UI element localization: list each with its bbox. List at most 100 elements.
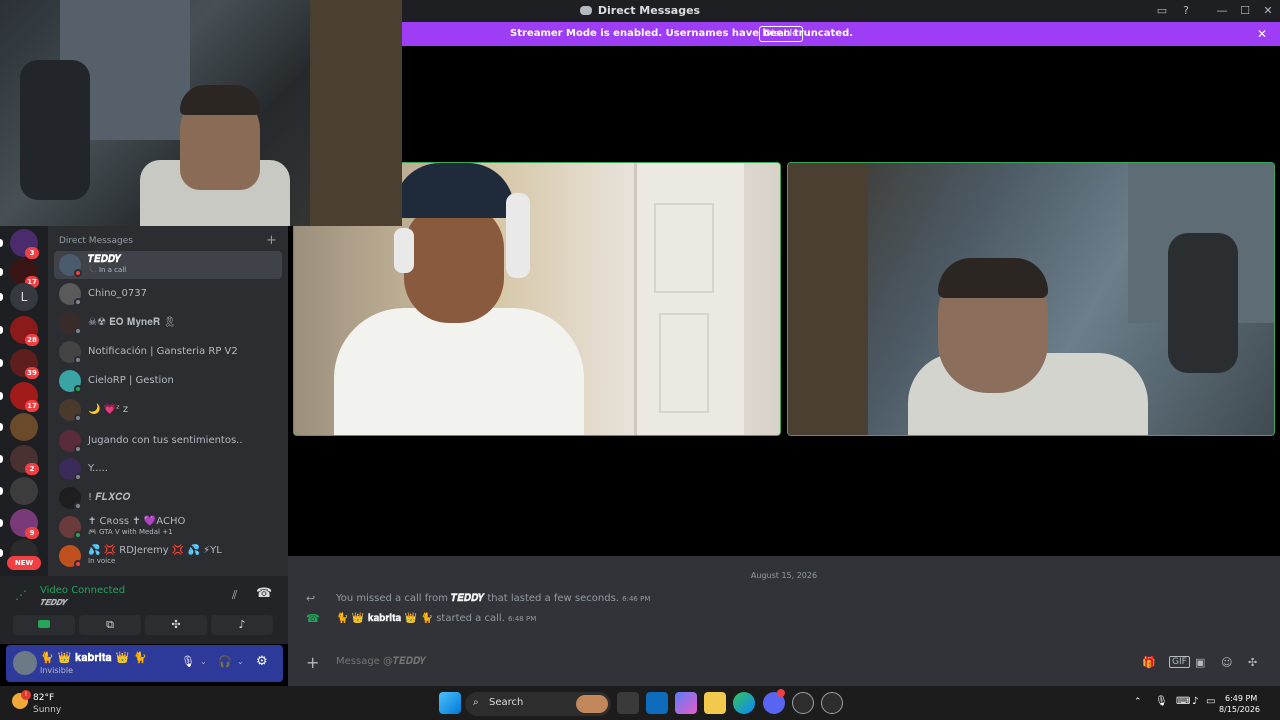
gif-icon[interactable]: GIF bbox=[1169, 656, 1190, 668]
status-indicator bbox=[74, 502, 82, 510]
activities-icon: ✣ bbox=[171, 618, 181, 631]
dm-activity: 🎮 GTA V with Medal +1 bbox=[88, 528, 173, 536]
app-icon[interactable] bbox=[792, 692, 814, 714]
dm-activity: In voice bbox=[88, 557, 116, 565]
dm-item[interactable]: ! 𝑭𝑳𝑿𝑪𝑶 bbox=[54, 484, 282, 512]
copilot-icon[interactable] bbox=[675, 692, 697, 714]
weather-temperature[interactable]: 82°F bbox=[33, 693, 54, 703]
emoji-icon[interactable]: ☺ bbox=[1221, 656, 1232, 669]
search-icon: ⌕ bbox=[473, 697, 479, 708]
dm-item[interactable]: Jugando con tus sentimientos.. bbox=[54, 427, 282, 455]
status-indicator bbox=[74, 445, 82, 453]
chevron-down-icon[interactable]: ⌄ bbox=[200, 657, 207, 666]
app-icon[interactable] bbox=[821, 692, 843, 714]
chevron-down-icon[interactable]: ⌄ bbox=[237, 657, 244, 666]
dm-item[interactable]: 🌙 💗ᶻ z bbox=[54, 396, 282, 424]
user-name[interactable]: 🐈 👑 𝐤𝐚𝐛𝐫𝐢𝐭𝐚 👑 🐈 bbox=[40, 651, 147, 665]
dm-item[interactable]: 💦 💢 RDJeremy 💢 💦 ⚡YL In voice bbox=[54, 542, 282, 570]
door-image bbox=[788, 163, 868, 435]
status-indicator bbox=[74, 356, 82, 364]
help-icon[interactable]: ? bbox=[1172, 0, 1200, 22]
status-indicator bbox=[74, 327, 82, 335]
tray-microphone-icon[interactable]: 🎙 bbox=[1155, 696, 1168, 707]
server-icon[interactable] bbox=[10, 477, 38, 505]
dm-list-header: Direct Messages bbox=[59, 236, 133, 246]
activities-button[interactable]: ✣ bbox=[145, 615, 207, 635]
webcam-overlay bbox=[0, 0, 402, 226]
dm-name: Y..... bbox=[88, 463, 108, 474]
taskbar bbox=[0, 686, 1280, 720]
dm-activity: 📞 In a call bbox=[88, 266, 127, 274]
create-dm-plus-icon[interactable]: + bbox=[266, 233, 277, 248]
banner-close-icon[interactable]: ✕ bbox=[1254, 22, 1270, 46]
apps-icon[interactable]: ✣ bbox=[1248, 656, 1257, 669]
dm-item[interactable]: Notificación | Gansteria RP V2 bbox=[54, 338, 282, 366]
door-image bbox=[310, 0, 402, 226]
dm-item[interactable]: CieloRP | Gestion bbox=[54, 367, 282, 395]
voice-channel-name: 𝑻𝑬𝑫𝑫𝒀 bbox=[40, 598, 67, 607]
file-explorer-icon[interactable] bbox=[704, 692, 726, 714]
dm-name: Jugando con tus sentimientos.. bbox=[88, 435, 243, 446]
dm-name: Chino_0737 bbox=[88, 288, 148, 299]
status-indicator bbox=[74, 414, 82, 422]
mention-badge: 9 bbox=[25, 527, 39, 539]
user-status: Invisible bbox=[40, 666, 73, 675]
chair-image bbox=[20, 60, 90, 200]
disconnect-icon[interactable]: ☎ bbox=[256, 586, 272, 601]
person-head bbox=[404, 203, 504, 323]
screen-share-icon: ⧉ bbox=[106, 618, 114, 631]
sticker-icon[interactable]: ▣ bbox=[1195, 656, 1205, 669]
start-windows-icon[interactable] bbox=[439, 692, 461, 714]
door-panel bbox=[659, 313, 709, 413]
dm-item[interactable]: ☠☢ 𝐄𝐎 𝐌𝐲𝐧𝐞𝐑 🎗 bbox=[54, 309, 282, 337]
search-highlight-image bbox=[576, 695, 608, 713]
tray-chevron-up-icon[interactable]: ⌃ bbox=[1134, 697, 1142, 707]
status-indicator bbox=[74, 473, 82, 481]
signal-icon: ⋰ bbox=[15, 588, 27, 602]
edge-icon[interactable] bbox=[733, 692, 755, 714]
tray-network-icon[interactable]: ⌨ bbox=[1176, 696, 1190, 707]
mention-badge: 3 bbox=[25, 247, 39, 259]
microphone-icon[interactable]: 🎙 bbox=[181, 655, 195, 668]
disable-streamer-mode-button[interactable]: Disable bbox=[759, 26, 803, 42]
dm-name: CieloRP | Gestion bbox=[88, 375, 174, 386]
settings-gear-icon[interactable]: ⚙ bbox=[256, 654, 268, 669]
status-indicator bbox=[74, 560, 82, 568]
server-icon[interactable] bbox=[10, 413, 38, 441]
door-panel bbox=[654, 203, 714, 293]
clock-time[interactable]: 6:49 PM bbox=[1225, 694, 1257, 703]
dm-item[interactable]: Y..... bbox=[54, 455, 282, 483]
status-indicator bbox=[74, 385, 82, 393]
voice-status-title[interactable]: Video Connected bbox=[40, 585, 125, 596]
dm-item[interactable]: 𝑻𝑬𝑫𝑫𝒀 📞 In a call bbox=[54, 251, 282, 279]
outlook-icon[interactable] bbox=[646, 692, 668, 714]
server-icon[interactable]: L bbox=[10, 283, 38, 311]
headphones-image bbox=[506, 193, 530, 278]
attach-plus-icon[interactable]: + bbox=[306, 653, 319, 672]
close-window-button[interactable]: ✕ bbox=[1254, 0, 1280, 22]
video-tile-self[interactable] bbox=[787, 162, 1275, 436]
tray-battery-icon[interactable]: ▭ bbox=[1206, 696, 1215, 707]
dm-item[interactable]: Chino_0737 bbox=[54, 280, 282, 308]
video-button[interactable] bbox=[13, 615, 75, 635]
task-view-icon[interactable] bbox=[617, 692, 639, 714]
new-unreads-badge[interactable]: NEW bbox=[7, 556, 41, 570]
gift-icon[interactable]: 🎁 bbox=[1142, 656, 1156, 669]
screen-share-button[interactable]: ⧉ bbox=[79, 615, 141, 635]
status-indicator bbox=[74, 269, 82, 277]
mention-badge: 17 bbox=[25, 400, 39, 412]
dm-name: 🌙 💗ᶻ z bbox=[88, 404, 129, 415]
soundboard-icon: ♪ bbox=[238, 618, 246, 631]
message-input[interactable] bbox=[336, 656, 1036, 667]
noise-suppression-icon[interactable]: ⫽ bbox=[232, 588, 237, 603]
headphones-icon[interactable]: 🎧 bbox=[218, 655, 232, 668]
dm-item[interactable]: ✝ Cʀᴏss ✝ 💜ACHO 🎮 GTA V with Medal +1 bbox=[54, 513, 282, 541]
discord-logo-icon bbox=[579, 6, 592, 15]
user-avatar[interactable] bbox=[13, 651, 37, 675]
dm-name: ✝ Cʀᴏss ✝ 💜ACHO bbox=[88, 516, 186, 527]
tray-volume-icon[interactable]: ♪ bbox=[1192, 696, 1198, 707]
soundboard-button[interactable]: ♪ bbox=[211, 615, 273, 635]
mention-badge: 2 bbox=[25, 463, 39, 475]
mention-badge: 28 bbox=[25, 334, 39, 346]
call-started-icon: ☎ bbox=[306, 612, 320, 625]
